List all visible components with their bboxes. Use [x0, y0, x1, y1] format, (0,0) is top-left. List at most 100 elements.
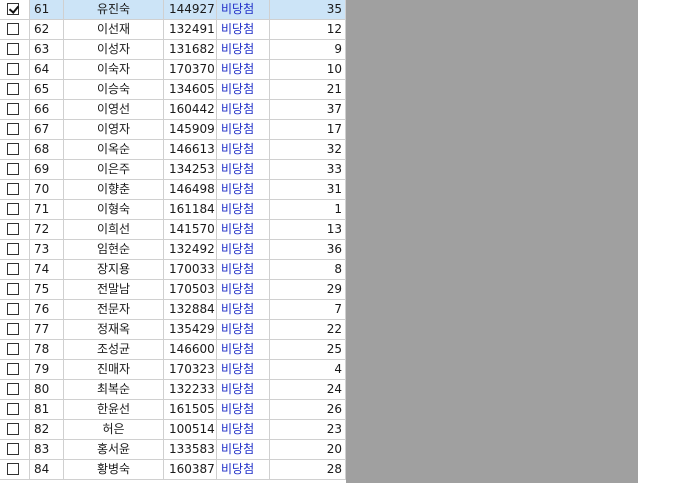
table-row[interactable]: 70 이향춘 146498 비당첨 31: [0, 180, 346, 200]
value-cell[interactable]: 26: [270, 400, 346, 420]
row-number-cell[interactable]: 73: [30, 240, 64, 260]
table-row[interactable]: 75 전말남 170503 비당첨 29: [0, 280, 346, 300]
value-cell[interactable]: 24: [270, 380, 346, 400]
value-cell[interactable]: 21: [270, 80, 346, 100]
id-cell[interactable]: 170370: [164, 60, 217, 80]
status-cell[interactable]: 비당첨: [217, 320, 270, 340]
row-checkbox-cell[interactable]: [0, 20, 30, 40]
name-cell[interactable]: 이선재: [64, 20, 164, 40]
status-cell[interactable]: 비당첨: [217, 240, 270, 260]
row-checkbox-cell[interactable]: [0, 40, 30, 60]
table-row[interactable]: 78 조성균 146600 비당첨 25: [0, 340, 346, 360]
row-number-cell[interactable]: 63: [30, 40, 64, 60]
row-number-cell[interactable]: 61: [30, 0, 64, 20]
checkbox-icon[interactable]: [7, 103, 19, 115]
row-checkbox-cell[interactable]: [0, 220, 30, 240]
row-checkbox-cell[interactable]: [0, 240, 30, 260]
row-checkbox-cell[interactable]: [0, 400, 30, 420]
value-cell[interactable]: 36: [270, 240, 346, 260]
row-checkbox-cell[interactable]: [0, 280, 30, 300]
row-number-cell[interactable]: 82: [30, 420, 64, 440]
row-number-cell[interactable]: 69: [30, 160, 64, 180]
status-cell[interactable]: 비당첨: [217, 100, 270, 120]
row-number-cell[interactable]: 79: [30, 360, 64, 380]
value-cell[interactable]: 9: [270, 40, 346, 60]
row-number-cell[interactable]: 74: [30, 260, 64, 280]
table-row[interactable]: 80 최복순 132233 비당첨 24: [0, 380, 346, 400]
id-cell[interactable]: 161184: [164, 200, 217, 220]
checkbox-icon[interactable]: [7, 223, 19, 235]
table-row[interactable]: 62 이선재 132491 비당첨 12: [0, 20, 346, 40]
checkbox-icon[interactable]: [7, 143, 19, 155]
name-cell[interactable]: 정재옥: [64, 320, 164, 340]
name-cell[interactable]: 이형숙: [64, 200, 164, 220]
status-cell[interactable]: 비당첨: [217, 0, 270, 20]
checkbox-icon[interactable]: [7, 163, 19, 175]
name-cell[interactable]: 최복순: [64, 380, 164, 400]
row-checkbox-cell[interactable]: [0, 100, 30, 120]
value-cell[interactable]: 12: [270, 20, 346, 40]
id-cell[interactable]: 100514: [164, 420, 217, 440]
status-cell[interactable]: 비당첨: [217, 440, 270, 460]
status-cell[interactable]: 비당첨: [217, 420, 270, 440]
value-cell[interactable]: 4: [270, 360, 346, 380]
status-cell[interactable]: 비당첨: [217, 160, 270, 180]
id-cell[interactable]: 144927: [164, 0, 217, 20]
value-cell[interactable]: 10: [270, 60, 346, 80]
status-cell[interactable]: 비당첨: [217, 300, 270, 320]
table-row[interactable]: 67 이영자 145909 비당첨 17: [0, 120, 346, 140]
name-cell[interactable]: 조성균: [64, 340, 164, 360]
name-cell[interactable]: 진매자: [64, 360, 164, 380]
id-cell[interactable]: 135429: [164, 320, 217, 340]
row-number-cell[interactable]: 66: [30, 100, 64, 120]
checkbox-icon[interactable]: [7, 183, 19, 195]
table-row[interactable]: 83 홍서윤 133583 비당첨 20: [0, 440, 346, 460]
id-cell[interactable]: 170323: [164, 360, 217, 380]
row-number-cell[interactable]: 70: [30, 180, 64, 200]
row-checkbox-cell[interactable]: [0, 380, 30, 400]
row-checkbox-cell[interactable]: [0, 200, 30, 220]
table-row[interactable]: 63 이성자 131682 비당첨 9: [0, 40, 346, 60]
row-number-cell[interactable]: 72: [30, 220, 64, 240]
id-cell[interactable]: 131682: [164, 40, 217, 60]
table-row[interactable]: 74 장지용 170033 비당첨 8: [0, 260, 346, 280]
value-cell[interactable]: 7: [270, 300, 346, 320]
row-checkbox-cell[interactable]: [0, 140, 30, 160]
name-cell[interactable]: 홍서윤: [64, 440, 164, 460]
name-cell[interactable]: 이영선: [64, 100, 164, 120]
id-cell[interactable]: 133583: [164, 440, 217, 460]
table-row[interactable]: 68 이옥순 146613 비당첨 32: [0, 140, 346, 160]
checkbox-icon[interactable]: [7, 443, 19, 455]
checkbox-checked-icon[interactable]: [7, 3, 19, 15]
table-row[interactable]: 77 정재옥 135429 비당첨 22: [0, 320, 346, 340]
row-number-cell[interactable]: 78: [30, 340, 64, 360]
row-checkbox-cell[interactable]: [0, 320, 30, 340]
row-checkbox-cell[interactable]: [0, 360, 30, 380]
status-cell[interactable]: 비당첨: [217, 220, 270, 240]
status-cell[interactable]: 비당첨: [217, 360, 270, 380]
status-cell[interactable]: 비당첨: [217, 400, 270, 420]
table-row[interactable]: 76 전문자 132884 비당첨 7: [0, 300, 346, 320]
row-checkbox-cell[interactable]: [0, 440, 30, 460]
status-cell[interactable]: 비당첨: [217, 260, 270, 280]
row-checkbox-cell[interactable]: [0, 260, 30, 280]
row-number-cell[interactable]: 81: [30, 400, 64, 420]
status-cell[interactable]: 비당첨: [217, 60, 270, 80]
name-cell[interactable]: 임현순: [64, 240, 164, 260]
id-cell[interactable]: 132492: [164, 240, 217, 260]
row-number-cell[interactable]: 65: [30, 80, 64, 100]
row-number-cell[interactable]: 68: [30, 140, 64, 160]
id-cell[interactable]: 146613: [164, 140, 217, 160]
checkbox-icon[interactable]: [7, 323, 19, 335]
status-cell[interactable]: 비당첨: [217, 140, 270, 160]
checkbox-icon[interactable]: [7, 363, 19, 375]
name-cell[interactable]: 이향춘: [64, 180, 164, 200]
row-checkbox-cell[interactable]: [0, 60, 30, 80]
name-cell[interactable]: 허은: [64, 420, 164, 440]
checkbox-icon[interactable]: [7, 343, 19, 355]
row-number-cell[interactable]: 84: [30, 460, 64, 480]
row-number-cell[interactable]: 77: [30, 320, 64, 340]
table-row[interactable]: 79 진매자 170323 비당첨 4: [0, 360, 346, 380]
status-cell[interactable]: 비당첨: [217, 200, 270, 220]
row-number-cell[interactable]: 71: [30, 200, 64, 220]
